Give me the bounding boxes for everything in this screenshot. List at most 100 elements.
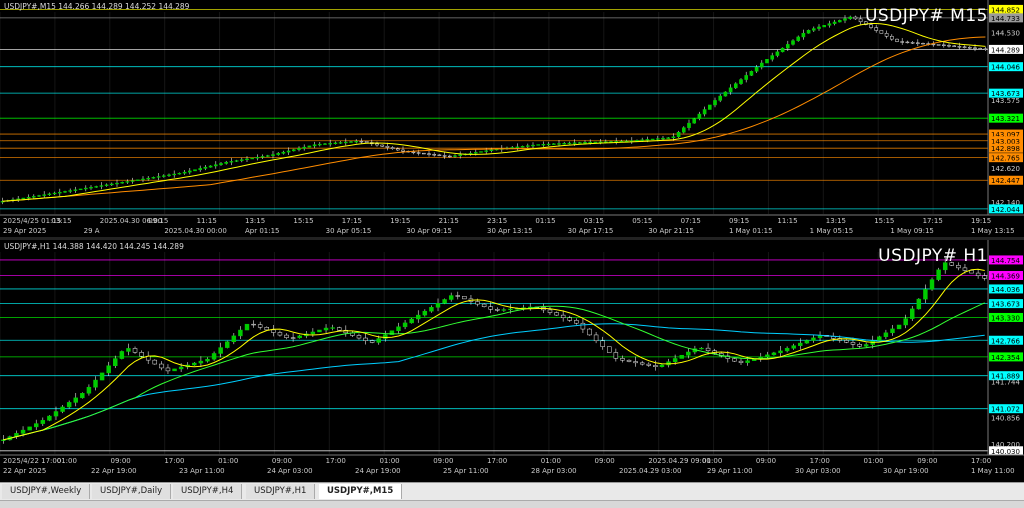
candle-body [42, 194, 47, 196]
candle-body [923, 289, 928, 300]
tab-usdjpy-h1[interactable]: USDJPY#,H1 [246, 484, 316, 499]
candle-body [858, 18, 863, 23]
candle-body [52, 192, 57, 195]
candle-body [952, 45, 957, 47]
candle-body [302, 146, 307, 149]
candle-body [903, 318, 908, 326]
tab-usdjpy-weekly[interactable]: USDJPY#,Weekly [2, 484, 91, 499]
date-axis-label: 29 A [84, 227, 100, 235]
candle-body [73, 189, 78, 191]
candle-body [354, 141, 359, 143]
candle-body [78, 188, 83, 191]
candle-body [484, 150, 489, 152]
candle-body [620, 358, 625, 361]
m15-chart-canvas[interactable]: 144.852144.733144.530144.289144.046143.6… [0, 0, 1024, 237]
candle-body [588, 141, 593, 144]
candle-body [338, 142, 343, 144]
candle-body [271, 329, 276, 333]
candle-body [936, 44, 941, 46]
candle-body [890, 328, 895, 334]
candle-body [390, 147, 395, 149]
candle-body [126, 348, 131, 352]
candle-body [229, 161, 234, 163]
date-axis-label: 1 May 13:15 [971, 227, 1015, 235]
tab-usdjpy-h4[interactable]: USDJPY#,H4 [173, 484, 243, 499]
candle-body [607, 346, 612, 353]
candle-body [784, 348, 790, 352]
candle-body [850, 342, 856, 345]
candle-body [666, 137, 671, 139]
candle-body [554, 312, 559, 316]
candle-body [343, 141, 348, 144]
candle-body [655, 138, 660, 140]
time-axis-label: 01:00 [702, 457, 722, 465]
candle-body [645, 139, 650, 141]
date-axis-label: 29 Apr 2025 [3, 227, 46, 235]
candle-body [21, 197, 26, 200]
candle-body [600, 340, 605, 347]
candle-body [785, 44, 790, 49]
date-axis-label: 30 Apr 09:15 [406, 227, 452, 235]
candle-body [132, 348, 138, 353]
candle-body [718, 95, 723, 101]
candle-body [89, 187, 93, 189]
candle-body [364, 141, 369, 143]
candle-body [489, 149, 494, 151]
time-axis-label: 17:15 [342, 217, 362, 225]
m15-chart-panel[interactable]: 144.852 144.733 144.530 144.289 144.046 143.6… [0, 0, 1024, 237]
candle-body [104, 184, 109, 186]
candle-body [255, 157, 260, 159]
price-axis-label: 144.852 [991, 6, 1020, 14]
h1-chart-panel[interactable]: 144.754 144.369 144.036 143.673 143.330 142.7… [0, 240, 1024, 482]
candle-body [744, 75, 749, 80]
time-axis-label: 09:00 [917, 457, 937, 465]
candle-body [910, 42, 915, 44]
candle-body [650, 138, 655, 141]
candle-body [363, 337, 368, 341]
candle-body [765, 354, 770, 358]
price-axis-label: 142.898 [991, 145, 1020, 153]
h1-chart-canvas[interactable]: 144.754 144.369 144.036 143.673 143.330 142.7… [0, 240, 1024, 482]
candle-body [395, 148, 400, 151]
candle-body [317, 329, 322, 333]
time-axis-label: 15:15 [293, 217, 313, 225]
candle-body [271, 154, 275, 156]
candle-body [640, 139, 645, 141]
time-axis-label: 13:15 [826, 217, 846, 225]
candle-body [488, 306, 493, 310]
candle-body [277, 332, 283, 336]
time-axis-label: 21:15 [439, 217, 459, 225]
candle-body [713, 100, 717, 106]
candle-body [844, 340, 849, 343]
candle-body [442, 155, 447, 157]
candle-body [739, 79, 743, 84]
tab-usdjpy-m15[interactable]: USDJPY#,M15 [319, 484, 403, 499]
candle-body [686, 351, 691, 356]
candle-body [931, 43, 936, 46]
candle-body [239, 159, 244, 161]
candle-body [225, 341, 230, 348]
date-axis-label: 2025.04.29 03:00 [619, 467, 681, 475]
time-axis-label: 17:00 [164, 457, 184, 465]
candle-body [402, 322, 408, 328]
candle-body [884, 33, 889, 37]
candle-body [167, 174, 171, 176]
candle-body [732, 358, 737, 362]
candle-body [560, 314, 566, 318]
candle-body [978, 48, 983, 50]
candle-body [723, 91, 728, 97]
tab-usdjpy-daily[interactable]: USDJPY#,Daily [92, 484, 172, 499]
candle-body [481, 303, 487, 307]
candle-body [804, 340, 810, 344]
price-axis-label: 142.044 [991, 206, 1020, 214]
candle-body [208, 165, 213, 168]
candle-body [307, 145, 312, 148]
candle-body [416, 314, 421, 320]
candle-body [593, 141, 598, 144]
candle-body [936, 269, 941, 280]
time-axis-label: 23:15 [487, 217, 507, 225]
candle-body [982, 275, 987, 279]
candle-body [442, 299, 447, 304]
candle-body [151, 177, 156, 179]
time-axis-label: 09:00 [756, 457, 776, 465]
